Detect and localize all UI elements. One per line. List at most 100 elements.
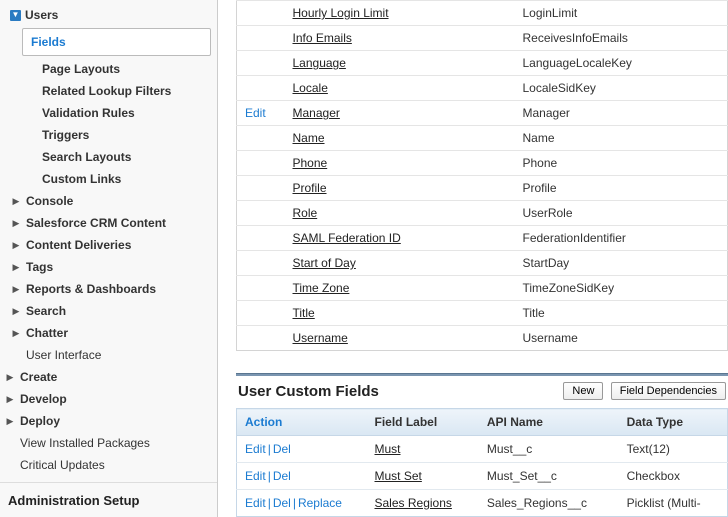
replace-link[interactable]: Replace bbox=[298, 496, 342, 510]
tree-node[interactable]: ▶Create bbox=[0, 366, 217, 388]
table-row: Profile Profile bbox=[237, 176, 728, 201]
expand-icon[interactable]: ▶ bbox=[10, 261, 22, 273]
field-label-link[interactable]: Hourly Login Limit bbox=[293, 6, 389, 20]
data-type: Text(12) bbox=[619, 436, 728, 463]
col-field-label: Field Label bbox=[367, 409, 479, 436]
tree-node[interactable]: Custom Links bbox=[0, 168, 217, 190]
custom-fields-table: Action Field Label API Name Data Type Ed… bbox=[236, 408, 728, 517]
setup-tree: ▼ Users FieldsPage LayoutsRelated Lookup… bbox=[0, 4, 217, 517]
admin-setup-header: Administration Setup bbox=[0, 482, 217, 512]
table-row: Time Zone TimeZoneSidKey bbox=[237, 276, 728, 301]
table-row: SAML Federation ID FederationIdentifier bbox=[237, 226, 728, 251]
data-type: Picklist (Multi- bbox=[619, 490, 728, 517]
col-data-type: Data Type bbox=[619, 409, 728, 436]
tree-node[interactable]: ▶Console bbox=[0, 190, 217, 212]
expand-icon[interactable]: ▶ bbox=[10, 327, 22, 339]
tree-node[interactable]: View Installed Packages bbox=[0, 432, 217, 454]
expand-icon[interactable]: ▶ bbox=[10, 217, 22, 229]
field-label-link[interactable]: Start of Day bbox=[293, 256, 356, 270]
table-row: Info Emails ReceivesInfoEmails bbox=[237, 26, 728, 51]
field-label-link[interactable]: Time Zone bbox=[293, 281, 350, 295]
api-name: Manager bbox=[515, 101, 728, 126]
expand-icon[interactable]: ▶ bbox=[10, 239, 22, 251]
table-row: Title Title bbox=[237, 301, 728, 326]
api-name: FederationIdentifier bbox=[515, 226, 728, 251]
edit-link[interactable]: Edit bbox=[245, 469, 266, 483]
table-row: Locale LocaleSidKey bbox=[237, 76, 728, 101]
api-name: Sales_Regions__c bbox=[479, 490, 619, 517]
field-label-link[interactable]: Title bbox=[293, 306, 315, 320]
field-label-link[interactable]: Name bbox=[293, 131, 325, 145]
field-label-link[interactable]: Language bbox=[293, 56, 346, 70]
api-name: LanguageLocaleKey bbox=[515, 51, 728, 76]
tree-node-manage-users[interactable]: ▶ Manage Users bbox=[0, 512, 217, 517]
section-buttons: New Field Dependencies bbox=[559, 382, 726, 400]
field-label-link[interactable]: Role bbox=[293, 206, 318, 220]
field-label-link[interactable]: SAML Federation ID bbox=[293, 231, 401, 245]
table-row: Role UserRole bbox=[237, 201, 728, 226]
new-button[interactable]: New bbox=[563, 382, 603, 400]
table-row: Edit Manager Manager bbox=[237, 101, 728, 126]
section-title: User Custom Fields bbox=[238, 383, 379, 400]
table-row: Phone Phone bbox=[237, 151, 728, 176]
edit-link[interactable]: Edit bbox=[245, 442, 266, 456]
del-link[interactable]: Del bbox=[273, 442, 291, 456]
field-label-link[interactable]: Manager bbox=[293, 106, 340, 120]
expand-icon[interactable]: ▶ bbox=[10, 195, 22, 207]
expand-icon[interactable]: ▶ bbox=[10, 305, 22, 317]
sidebar: ▼ Users FieldsPage LayoutsRelated Lookup… bbox=[0, 0, 218, 517]
api-name: Username bbox=[515, 326, 728, 351]
tree-label: Users bbox=[25, 6, 58, 24]
tree-node[interactable]: User Interface bbox=[0, 344, 217, 366]
tree-node-users[interactable]: ▼ Users bbox=[0, 4, 217, 26]
api-name: Phone bbox=[515, 151, 728, 176]
api-name: Name bbox=[515, 126, 728, 151]
del-link[interactable]: Del bbox=[273, 469, 291, 483]
field-label-link[interactable]: Info Emails bbox=[293, 31, 352, 45]
field-label-link[interactable]: Must bbox=[375, 442, 401, 456]
custom-fields-header: User Custom Fields New Field Dependencie… bbox=[236, 376, 728, 408]
standard-fields-table: Hourly Login Limit LoginLimit Info Email… bbox=[236, 0, 728, 351]
tree-node-fields[interactable]: Fields bbox=[22, 28, 211, 56]
del-link[interactable]: Del bbox=[273, 496, 291, 510]
edit-link[interactable]: Edit bbox=[245, 106, 266, 120]
table-row: Edit|Del|Replace Sales Regions Sales_Reg… bbox=[237, 490, 728, 517]
expand-icon[interactable]: ▶ bbox=[4, 393, 16, 405]
table-row: Edit|Del Must Must__c Text(12) bbox=[237, 436, 728, 463]
tree-node[interactable]: Validation Rules bbox=[0, 102, 217, 124]
api-name: Must__c bbox=[479, 436, 619, 463]
field-label-link[interactable]: Sales Regions bbox=[375, 496, 452, 510]
tree-node[interactable]: ▶Search bbox=[0, 300, 217, 322]
tree-node[interactable]: Critical Updates bbox=[0, 454, 217, 476]
expand-icon[interactable]: ▶ bbox=[10, 283, 22, 295]
collapse-icon[interactable]: ▼ bbox=[10, 10, 21, 21]
api-name: Title bbox=[515, 301, 728, 326]
main-content: Hourly Login Limit LoginLimit Info Email… bbox=[218, 0, 728, 517]
tree-node[interactable]: ▶Content Deliveries bbox=[0, 234, 217, 256]
table-row: Edit|Del Must Set Must_Set__c Checkbox bbox=[237, 463, 728, 490]
edit-link[interactable]: Edit bbox=[245, 496, 266, 510]
field-label-link[interactable]: Username bbox=[293, 331, 348, 345]
tree-node[interactable]: ▶Develop bbox=[0, 388, 217, 410]
tree-node[interactable]: ▶Tags bbox=[0, 256, 217, 278]
data-type: Checkbox bbox=[619, 463, 728, 490]
field-dependencies-button[interactable]: Field Dependencies bbox=[611, 382, 726, 400]
field-label-link[interactable]: Must Set bbox=[375, 469, 422, 483]
tree-node[interactable]: ▶Deploy bbox=[0, 410, 217, 432]
expand-icon[interactable]: ▶ bbox=[4, 371, 16, 383]
tree-node[interactable]: Search Layouts bbox=[0, 146, 217, 168]
col-action: Action bbox=[237, 409, 367, 436]
field-label-link[interactable]: Locale bbox=[293, 81, 328, 95]
expand-icon[interactable]: ▶ bbox=[4, 415, 16, 427]
table-row: Name Name bbox=[237, 126, 728, 151]
field-label-link[interactable]: Profile bbox=[293, 181, 327, 195]
tree-node[interactable]: Related Lookup Filters bbox=[0, 80, 217, 102]
tree-node[interactable]: ▶Reports & Dashboards bbox=[0, 278, 217, 300]
api-name: ReceivesInfoEmails bbox=[515, 26, 728, 51]
tree-node[interactable]: Triggers bbox=[0, 124, 217, 146]
tree-node[interactable]: ▶Salesforce CRM Content bbox=[0, 212, 217, 234]
tree-node[interactable]: Page Layouts bbox=[0, 58, 217, 80]
tree-node[interactable]: ▶Chatter bbox=[0, 322, 217, 344]
api-name: LoginLimit bbox=[515, 1, 728, 26]
field-label-link[interactable]: Phone bbox=[293, 156, 328, 170]
